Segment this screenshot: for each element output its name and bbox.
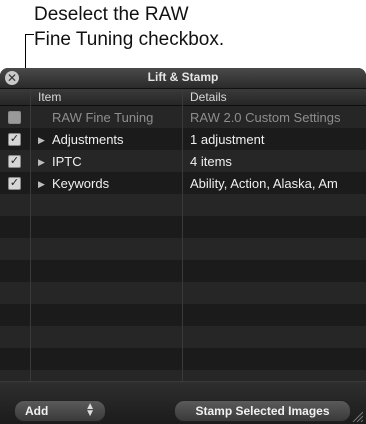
row-item-cell: ▶ IPTC bbox=[38, 154, 188, 169]
lift-stamp-hud: ✕ Lift & Stamp Item Details RAW Fine Tun… bbox=[0, 68, 366, 424]
resize-grip-icon[interactable] bbox=[351, 410, 363, 422]
table-row: RAW Fine Tuning RAW 2.0 Custom Settings bbox=[0, 106, 366, 128]
empty-table-row bbox=[0, 238, 366, 260]
add-label: Add bbox=[25, 404, 49, 418]
disclosure-triangle-icon[interactable]: ▶ bbox=[38, 179, 52, 190]
add-popup-button[interactable]: Add ▲ ▼ bbox=[14, 400, 106, 422]
column-header-item[interactable]: Item bbox=[38, 90, 61, 104]
row-details-cell: Ability, Action, Alaska, Am bbox=[190, 176, 338, 191]
row-item-label: RAW Fine Tuning bbox=[52, 110, 154, 125]
empty-table-row bbox=[0, 260, 366, 282]
row-checkbox[interactable]: ✓ bbox=[8, 155, 21, 168]
row-item-cell: ▶ Keywords bbox=[38, 176, 188, 191]
callout-line-2: Fine Tuning checkbox. bbox=[34, 29, 225, 50]
up-down-arrows-icon: ▲ ▼ bbox=[85, 401, 95, 419]
column-header-details[interactable]: Details bbox=[190, 90, 227, 104]
window-title: Lift & Stamp bbox=[147, 70, 219, 84]
row-details-cell: RAW 2.0 Custom Settings bbox=[190, 110, 341, 125]
empty-table-row bbox=[0, 348, 366, 370]
titlebar: ✕ Lift & Stamp bbox=[0, 68, 366, 89]
row-checkbox[interactable]: ✓ bbox=[8, 177, 21, 190]
row-item-cell: RAW Fine Tuning bbox=[38, 110, 188, 125]
row-item-label: IPTC bbox=[52, 154, 82, 169]
table-row: ✓ ▶ Keywords Ability, Action, Alaska, Am bbox=[0, 172, 366, 194]
table-rows: RAW Fine Tuning RAW 2.0 Custom Settings ✓ ▶… bbox=[0, 106, 366, 392]
callout-leader-tick bbox=[25, 34, 34, 35]
row-item-label: Adjustments bbox=[52, 132, 124, 147]
empty-table-row bbox=[0, 282, 366, 304]
empty-table-row bbox=[0, 326, 366, 348]
column-header-row: Item Details bbox=[0, 89, 366, 106]
column-divider bbox=[182, 89, 183, 381]
empty-table-row bbox=[0, 194, 366, 216]
disclosure-triangle-icon[interactable]: ▶ bbox=[38, 157, 52, 168]
row-checkbox[interactable]: ✓ bbox=[8, 133, 21, 146]
bottom-bar: Add ▲ ▼ Stamp Selected Images bbox=[0, 381, 366, 424]
instruction-callout: Deselect the RAW Fine Tuning checkbox. bbox=[34, 2, 334, 52]
row-details-cell: 4 items bbox=[190, 154, 232, 169]
row-details-cell: 1 adjustment bbox=[190, 132, 265, 147]
callout-line-1: Deselect the RAW bbox=[34, 4, 189, 25]
row-checkbox[interactable] bbox=[8, 111, 21, 124]
row-item-cell: ▶ Adjustments bbox=[38, 132, 188, 147]
column-divider bbox=[30, 89, 31, 381]
empty-table-row bbox=[0, 216, 366, 238]
empty-table-row bbox=[0, 304, 366, 326]
row-item-label: Keywords bbox=[52, 176, 110, 191]
stamp-selected-images-button[interactable]: Stamp Selected Images bbox=[174, 400, 351, 422]
table-row: ✓ ▶ Adjustments 1 adjustment bbox=[0, 128, 366, 150]
disclosure-triangle-icon[interactable]: ▶ bbox=[38, 135, 52, 146]
table-row: ✓ ▶ IPTC 4 items bbox=[0, 150, 366, 172]
lift-stamp-table: Item Details RAW Fine Tuning RAW 2.0 Cust… bbox=[0, 89, 366, 392]
